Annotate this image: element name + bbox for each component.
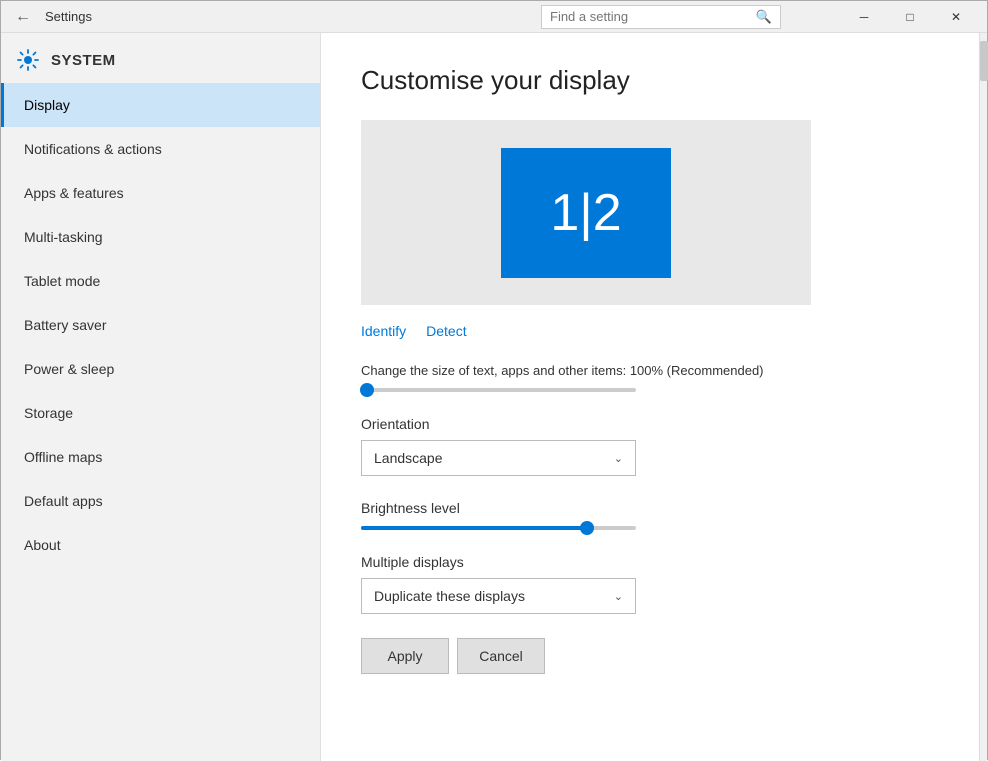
multiple-displays-dropdown[interactable]: Duplicate these displays ⌄ bbox=[361, 578, 636, 614]
monitor-label: 1|2 bbox=[550, 183, 621, 243]
apply-button[interactable]: Apply bbox=[361, 638, 449, 674]
sidebar-item-notifications[interactable]: Notifications & actions bbox=[1, 127, 320, 171]
title-bar: ← Settings 🔍 ─ □ ✕ bbox=[1, 1, 987, 33]
sidebar-item-about[interactable]: About bbox=[1, 523, 320, 567]
orientation-dropdown-arrow: ⌄ bbox=[614, 452, 623, 465]
display-monitor: 1|2 bbox=[501, 148, 671, 278]
orientation-dropdown[interactable]: Landscape ⌄ bbox=[361, 440, 636, 476]
scale-slider-thumb[interactable] bbox=[360, 383, 374, 397]
detect-button[interactable]: Detect bbox=[426, 323, 466, 339]
orientation-value: Landscape bbox=[374, 450, 443, 466]
sidebar-item-tablet[interactable]: Tablet mode bbox=[1, 259, 320, 303]
orientation-label: Orientation bbox=[361, 416, 939, 432]
action-buttons: Apply Cancel bbox=[361, 638, 939, 674]
scrollbar-right[interactable] bbox=[979, 33, 987, 761]
identify-button[interactable]: Identify bbox=[361, 323, 406, 339]
maximize-button[interactable]: □ bbox=[887, 1, 933, 33]
content-area: Customise your display 1|2 Identify Dete… bbox=[321, 33, 979, 761]
back-button[interactable]: ← bbox=[9, 3, 37, 31]
window-title: Settings bbox=[45, 9, 541, 24]
sidebar-item-display[interactable]: Display bbox=[1, 83, 320, 127]
sidebar-item-defaultapps[interactable]: Default apps bbox=[1, 479, 320, 523]
brightness-slider[interactable] bbox=[361, 526, 636, 530]
search-icon: 🔍 bbox=[756, 9, 772, 25]
scale-label: Change the size of text, apps and other … bbox=[361, 363, 939, 378]
sidebar-system-title: SYSTEM bbox=[51, 52, 116, 69]
brightness-label: Brightness level bbox=[361, 500, 939, 516]
sidebar-item-apps[interactable]: Apps & features bbox=[1, 171, 320, 215]
search-bar[interactable]: 🔍 bbox=[541, 5, 781, 29]
sidebar-item-power[interactable]: Power & sleep bbox=[1, 347, 320, 391]
orientation-container: Orientation Landscape ⌄ bbox=[361, 416, 939, 476]
window-controls: ─ □ ✕ bbox=[841, 1, 979, 33]
display-links: Identify Detect bbox=[361, 323, 939, 339]
cancel-button[interactable]: Cancel bbox=[457, 638, 545, 674]
search-input[interactable] bbox=[550, 9, 756, 24]
multiple-displays-dropdown-arrow: ⌄ bbox=[614, 590, 623, 603]
scale-slider[interactable] bbox=[361, 388, 636, 392]
sidebar-item-multitasking[interactable]: Multi-tasking bbox=[1, 215, 320, 259]
brightness-slider-thumb[interactable] bbox=[580, 521, 594, 535]
minimize-button[interactable]: ─ bbox=[841, 1, 887, 33]
multiple-displays-container: Multiple displays Duplicate these displa… bbox=[361, 554, 939, 614]
app-container: SYSTEM Display Notifications & actions A… bbox=[1, 33, 987, 761]
sidebar-item-storage[interactable]: Storage bbox=[1, 391, 320, 435]
brightness-slider-fill bbox=[361, 526, 587, 530]
multiple-displays-label: Multiple displays bbox=[361, 554, 939, 570]
scrollbar-thumb[interactable] bbox=[980, 41, 988, 81]
sidebar: SYSTEM Display Notifications & actions A… bbox=[1, 33, 321, 761]
close-button[interactable]: ✕ bbox=[933, 1, 979, 33]
multiple-displays-value: Duplicate these displays bbox=[374, 588, 525, 604]
system-icon bbox=[17, 49, 39, 71]
sidebar-item-offline[interactable]: Offline maps bbox=[1, 435, 320, 479]
sidebar-item-battery[interactable]: Battery saver bbox=[1, 303, 320, 347]
display-preview: 1|2 bbox=[361, 120, 811, 305]
sidebar-header: SYSTEM bbox=[1, 33, 320, 83]
page-title: Customise your display bbox=[361, 65, 939, 96]
